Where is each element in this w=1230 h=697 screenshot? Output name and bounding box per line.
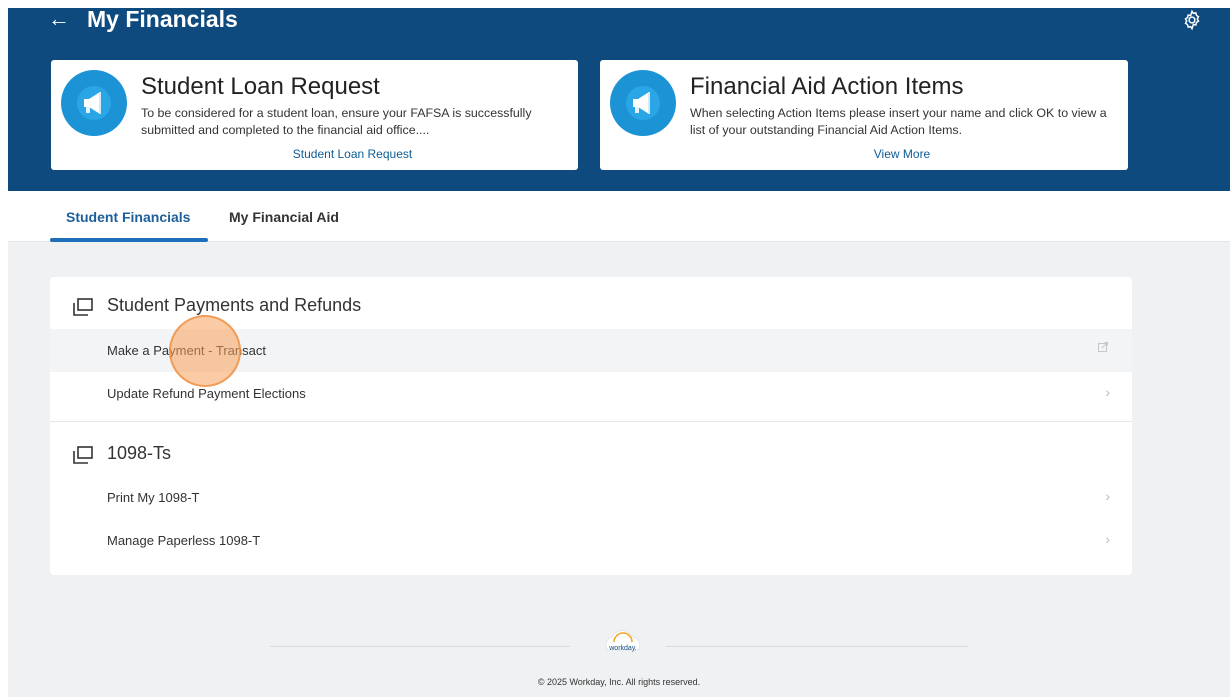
window-stack-icon: [73, 298, 93, 316]
tab-bar: Student Financials My Financial Aid: [8, 191, 1230, 242]
app-window: ← My Financials Student Loan Request To …: [8, 8, 1230, 697]
page-header: ← My Financials Student Loan Request To …: [8, 8, 1230, 191]
view-more-link[interactable]: View More: [676, 147, 1128, 161]
list-item-label: Update Refund Payment Elections: [107, 386, 306, 401]
list-item-label: Make a Payment - Transact: [107, 343, 266, 358]
section-header-1098ts: 1098-Ts: [50, 435, 1132, 475]
list-item-label: Print My 1098-T: [107, 490, 200, 505]
card-title: Student Loan Request: [141, 73, 380, 100]
footer-divider: [270, 646, 570, 647]
chevron-right-icon: ›: [1105, 531, 1110, 547]
card-description: To be considered for a student loan, ens…: [141, 106, 532, 137]
section-title: Student Payments and Refunds: [107, 295, 362, 315]
copyright-text: © 2025 Workday, Inc. All rights reserved…: [537, 677, 701, 687]
active-tab-indicator: [50, 238, 208, 242]
workday-logo-text: workday.: [608, 645, 637, 652]
tab-my-financial-aid[interactable]: My Financial Aid: [229, 209, 339, 225]
window-stack-icon: [73, 446, 93, 464]
list-item-print-1098t[interactable]: Print My 1098-T ›: [50, 476, 1132, 519]
megaphone-icon: [61, 70, 127, 136]
list-item-manage-paperless[interactable]: Manage Paperless 1098-T ›: [50, 519, 1132, 562]
list-item-make-payment[interactable]: Make a Payment - Transact: [50, 329, 1132, 372]
external-link-icon: [1098, 342, 1108, 352]
student-loan-request-link[interactable]: Student Loan Request: [127, 147, 578, 161]
gear-icon[interactable]: [1181, 9, 1203, 31]
card-title: Financial Aid Action Items: [690, 73, 964, 100]
footer-divider: [666, 646, 968, 647]
back-arrow-icon[interactable]: ←: [48, 8, 70, 30]
section-title: 1098-Ts: [107, 443, 172, 463]
page-title: My Financials: [87, 8, 238, 32]
megaphone-icon: [610, 70, 676, 136]
section-header-payments: Student Payments and Refunds: [50, 287, 1132, 327]
content-panel: Student Payments and Refunds Make a Paym…: [50, 277, 1132, 575]
workday-logo: workday.: [605, 630, 641, 652]
tab-student-financials[interactable]: Student Financials: [66, 209, 190, 225]
chevron-right-icon: ›: [1105, 384, 1110, 400]
list-item-update-refund[interactable]: Update Refund Payment Elections ›: [50, 372, 1132, 415]
financial-aid-action-items-card: Financial Aid Action Items When selectin…: [600, 60, 1128, 170]
list-item-label: Manage Paperless 1098-T: [107, 533, 261, 548]
card-description: When selecting Action Items please inser…: [690, 106, 1107, 137]
section-divider: [50, 421, 1132, 422]
chevron-right-icon: ›: [1105, 488, 1110, 504]
student-loan-card: Student Loan Request To be considered fo…: [51, 60, 578, 170]
